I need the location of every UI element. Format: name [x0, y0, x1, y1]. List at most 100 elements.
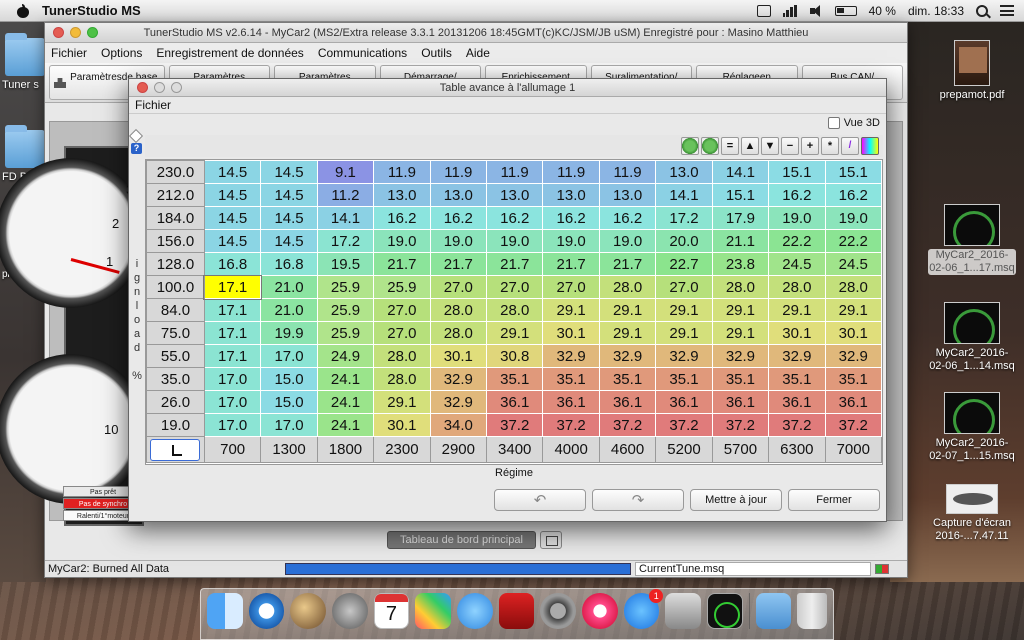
table-cell[interactable]: 9.1: [316, 160, 375, 184]
table-cell[interactable]: 25.9: [373, 275, 431, 299]
table-cell[interactable]: 16.2: [542, 206, 600, 230]
desktop-file-screenshot[interactable]: Capture d'écran 2016-...7.47.11: [928, 484, 1016, 543]
table-cell[interactable]: 25.9: [316, 275, 375, 299]
table-cell[interactable]: 28.0: [486, 298, 544, 322]
table-cell[interactable]: 28.0: [824, 275, 883, 299]
table-cell[interactable]: 28.0: [373, 367, 431, 391]
table-cell[interactable]: 29.1: [655, 298, 713, 322]
table-cell[interactable]: 30.1: [824, 321, 883, 345]
rpm-axis-cell[interactable]: 5200: [655, 436, 713, 463]
table-cell[interactable]: 37.2: [824, 413, 883, 437]
desktop-file-prepamot[interactable]: prepamot.pdf: [932, 40, 1012, 102]
table-cell[interactable]: 30.1: [542, 321, 600, 345]
redo-button[interactable]: ↷: [592, 489, 684, 511]
table-cell[interactable]: 16.8: [203, 252, 262, 276]
table-cell[interactable]: 23.8: [711, 252, 770, 276]
rpm-axis-cell[interactable]: 1800: [316, 436, 375, 463]
table-cell[interactable]: 11.9: [542, 160, 600, 184]
menu-communications[interactable]: Communications: [318, 46, 407, 60]
tunerstudio-icon[interactable]: [706, 593, 743, 629]
table-cell[interactable]: 27.0: [373, 321, 431, 345]
table-cell[interactable]: 36.1: [655, 390, 713, 414]
table-cell[interactable]: 21.7: [486, 252, 544, 276]
table-cell[interactable]: 29.1: [711, 321, 770, 345]
table-cell[interactable]: 37.2: [598, 413, 657, 437]
table-cell[interactable]: 24.1: [316, 390, 375, 414]
table-cell[interactable]: 30.1: [429, 344, 488, 368]
clock[interactable]: dim. 18:33: [908, 4, 964, 18]
arrow-up-button[interactable]: ▲: [741, 137, 759, 155]
table-cell[interactable]: 22.7: [655, 252, 713, 276]
table-cell[interactable]: 30.8: [486, 344, 544, 368]
apple-icon[interactable]: [16, 3, 30, 18]
rpm-axis-cell[interactable]: 5700: [711, 436, 770, 463]
menu-options[interactable]: Options: [101, 46, 142, 60]
table-cell[interactable]: 36.1: [768, 390, 826, 414]
table-cell[interactable]: 21.7: [373, 252, 431, 276]
close-dialog-icon[interactable]: [137, 82, 148, 93]
table-cell[interactable]: 35.1: [598, 367, 657, 391]
table-cell[interactable]: 29.1: [768, 298, 826, 322]
table-cell[interactable]: 21.7: [542, 252, 600, 276]
table-cell[interactable]: 14.1: [655, 183, 713, 207]
table-cell[interactable]: 28.0: [429, 298, 488, 322]
table-cell[interactable]: 24.5: [768, 252, 826, 276]
table-cell[interactable]: 13.0: [542, 183, 600, 207]
rpm-axis-cell[interactable]: 4000: [542, 436, 600, 463]
photos-icon[interactable]: [415, 593, 451, 629]
table-cell[interactable]: 30.1: [373, 413, 431, 437]
table-cell[interactable]: 27.0: [655, 275, 713, 299]
table-cell[interactable]: 24.9: [316, 344, 375, 368]
table-cell[interactable]: 36.1: [486, 390, 544, 414]
calendar-icon[interactable]: 7: [373, 593, 410, 629]
table-cell[interactable]: 14.1: [711, 160, 770, 184]
table-cell[interactable]: 17.2: [655, 206, 713, 230]
table-cell[interactable]: 19.0: [598, 229, 657, 253]
battery-icon[interactable]: [834, 5, 857, 16]
table-cell[interactable]: 29.1: [711, 298, 770, 322]
rpm-axis-cell[interactable]: 7000: [824, 436, 883, 463]
menubar-app-name[interactable]: TunerStudio MS: [42, 3, 141, 18]
table-cell[interactable]: 11.9: [429, 160, 488, 184]
edit-icon[interactable]: [128, 128, 144, 144]
color-scale-icon[interactable]: [861, 137, 879, 155]
table-cell[interactable]: 29.1: [598, 298, 657, 322]
table-cell[interactable]: 13.0: [429, 183, 488, 207]
table-cell[interactable]: 17.0: [203, 413, 262, 437]
table-cell[interactable]: 22.2: [768, 229, 826, 253]
load-axis-cell[interactable]: 26.0: [146, 390, 205, 414]
load-axis-cell[interactable]: 55.0: [146, 344, 205, 368]
update-button[interactable]: Mettre à jour: [690, 489, 782, 511]
table-cell[interactable]: 29.1: [655, 321, 713, 345]
menu-fichier[interactable]: Fichier: [51, 46, 87, 60]
table-cell[interactable]: 14.5: [203, 183, 262, 207]
preview-icon[interactable]: [665, 593, 701, 629]
minus-button[interactable]: −: [781, 137, 799, 155]
table-cell[interactable]: 11.9: [598, 160, 657, 184]
close-button[interactable]: Fermer: [788, 489, 880, 511]
table-cell[interactable]: 17.2: [316, 229, 375, 253]
load-axis-cell[interactable]: 156.0: [146, 229, 205, 253]
table-cell[interactable]: 14.5: [203, 160, 262, 184]
wifi-icon[interactable]: [782, 4, 797, 17]
table-cell[interactable]: 27.0: [486, 275, 544, 299]
table-cell[interactable]: 21.7: [598, 252, 657, 276]
table-cell[interactable]: 13.0: [598, 183, 657, 207]
rpm-axis-cell[interactable]: 6300: [768, 436, 826, 463]
table-cell[interactable]: 17.0: [260, 413, 318, 437]
table-cell[interactable]: 37.2: [655, 413, 713, 437]
desktop-file-msq-3[interactable]: MyCar2_2016-02-07_1...15.msq: [928, 392, 1016, 463]
table-cell[interactable]: 15.1: [768, 160, 826, 184]
table-cell[interactable]: 29.1: [373, 390, 431, 414]
table-cell[interactable]: 11.9: [373, 160, 431, 184]
table-cell[interactable]: 16.8: [260, 252, 318, 276]
dialog-titlebar[interactable]: Table avance à l'allumage 1: [129, 79, 886, 97]
table-cell[interactable]: 14.5: [260, 160, 318, 184]
photo-booth-icon[interactable]: [498, 593, 535, 629]
table-cell[interactable]: 15.0: [260, 390, 318, 414]
safari-icon[interactable]: [248, 593, 285, 629]
load-axis-cell[interactable]: 230.0: [146, 160, 205, 184]
rpm-axis-cell[interactable]: 1300: [260, 436, 318, 463]
table-cell[interactable]: 37.2: [768, 413, 826, 437]
finder-icon[interactable]: [207, 593, 243, 629]
